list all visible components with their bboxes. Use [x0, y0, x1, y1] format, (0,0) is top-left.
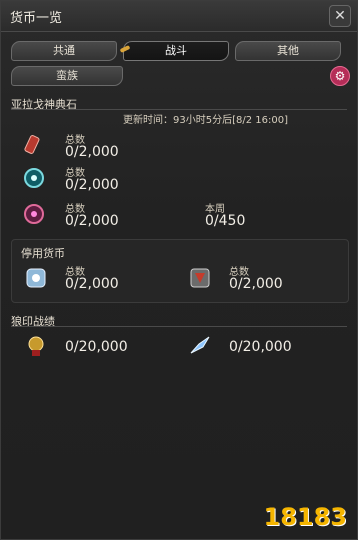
- wolf-mark-medal-icon: [25, 335, 47, 357]
- teal-disc-icon: [23, 167, 45, 189]
- window-title: 货币一览: [10, 11, 63, 26]
- tab-common[interactable]: 共通: [11, 41, 117, 61]
- discontinued-1-value: 0/2,000: [65, 276, 119, 292]
- purple-disc-icon: [23, 203, 45, 225]
- tab-other[interactable]: 其他: [235, 41, 341, 61]
- section-title-discontinued: 停用货币: [21, 247, 65, 260]
- blue-tile-icon: [25, 267, 47, 289]
- allagan-1-value: 0/2,000: [65, 144, 119, 160]
- gear-icon[interactable]: ⚙: [330, 66, 350, 86]
- currency-window: 货币一览 ✕ 共通 战斗 其他 蛮族 ⚙ 亚拉戈神典石 更新时间：93小时5分后…: [0, 0, 358, 540]
- crystal-shard-icon: [189, 335, 211, 357]
- red-emblem-icon: [189, 267, 211, 289]
- wolf-2-value: 0/20,000: [229, 339, 292, 355]
- tab-battle[interactable]: 战斗: [119, 41, 229, 61]
- discontinued-2-value: 0/2,000: [229, 276, 283, 292]
- active-tab-marker: [119, 45, 131, 53]
- allagan-3-value: 0/2,000: [65, 213, 119, 229]
- update-time: 更新时间：93小时5分后[8/2 16:00]: [123, 115, 288, 126]
- wolf-1-value: 0/20,000: [65, 339, 128, 355]
- allagan-3-weekly-value: 0/450: [205, 213, 246, 229]
- watermark-logo: 18183: [263, 503, 348, 531]
- close-icon[interactable]: ✕: [329, 5, 351, 27]
- section-divider: [11, 109, 347, 110]
- tab-beast-tribes[interactable]: 蛮族: [11, 66, 123, 86]
- tab-row: 共通 战斗 其他: [11, 41, 347, 61]
- section-divider: [11, 326, 347, 327]
- red-tome-icon: [23, 135, 45, 157]
- title-bar: 货币一览 ✕: [1, 1, 357, 32]
- allagan-2-value: 0/2,000: [65, 177, 119, 193]
